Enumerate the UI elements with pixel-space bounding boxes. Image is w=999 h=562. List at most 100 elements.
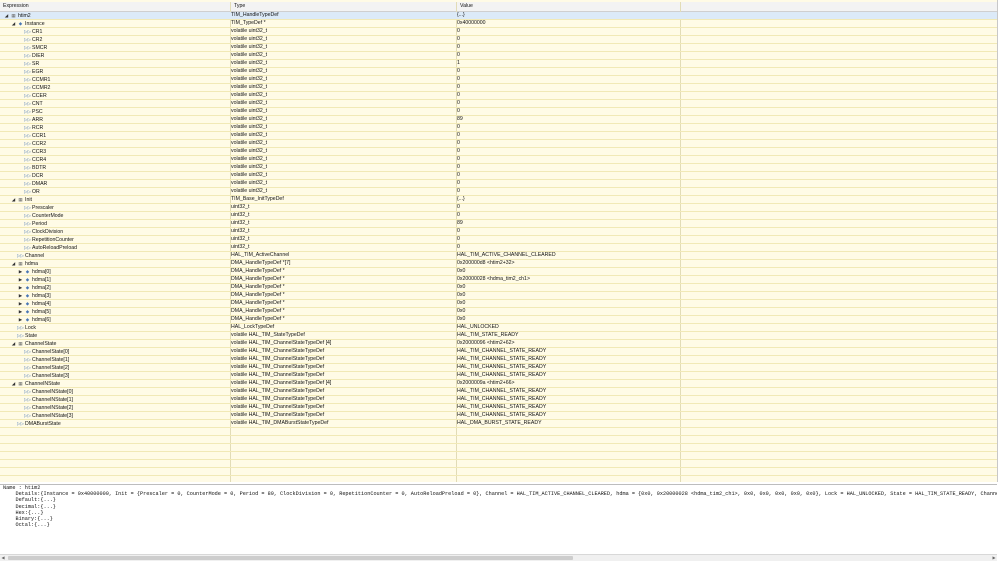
expression-cell[interactable]: ▷▷CCR1 (0, 132, 247, 139)
expression-cell[interactable]: ◢ ▦ Init (0, 196, 240, 203)
expression-cell[interactable]: ▷▷RepetitionCounter (0, 236, 247, 243)
tree-row[interactable]: ▷▷CCR3 volatile uint32_t 0 (0, 148, 997, 156)
value-cell[interactable]: 0 (457, 84, 679, 91)
tree-row[interactable]: ▷▷Prescaler uint32_t 0 (0, 204, 997, 212)
tree-row[interactable]: ◢ ▦ hdma DMA_HandleTypeDef *[7] 0x200000d8 <… (0, 260, 997, 268)
tree-row[interactable]: ◢ ▦ Init TIM_Base_InitTypeDef {...} (0, 196, 997, 204)
expression-cell[interactable]: ◢ ▦ htim2 (0, 12, 233, 19)
value-cell[interactable]: HAL_TIM_CHANNEL_STATE_READY (457, 372, 679, 379)
expression-cell[interactable]: ▷▷RCR (0, 124, 247, 131)
tree-row[interactable]: ▷▷CR1 volatile uint32_t 0 (0, 28, 997, 36)
expression-cell[interactable]: ◢ ◆ Instance (0, 20, 240, 27)
value-cell[interactable]: HAL_TIM_CHANNEL_STATE_READY (457, 388, 679, 395)
expression-cell[interactable]: ▷▷ChannelNState[1] (0, 396, 247, 403)
expression-cell[interactable]: ▷▷AutoReloadPreload (0, 244, 247, 251)
tree-row[interactable]: ▷▷ChannelState[1] volatile HAL_TIM_Channe… (0, 356, 997, 364)
expression-cell[interactable]: ◢ ▦ ChannelNState (0, 380, 240, 387)
tree-row[interactable]: ▷▷Lock HAL_LockTypeDef HAL_UNLOCKED (0, 324, 997, 332)
value-cell[interactable]: 0 (457, 204, 679, 211)
expression-cell[interactable]: ▶ ◆ hdma[1] (0, 276, 247, 283)
tree-row[interactable]: ▶ ◆ hdma[2] DMA_HandleTypeDef * 0x0 (0, 284, 997, 292)
tree-row[interactable]: ▷▷Channel HAL_TIM_ActiveChannel HAL_TIM_AC… (0, 252, 997, 260)
value-cell[interactable]: 89 (457, 220, 679, 227)
value-cell[interactable]: 0 (457, 100, 679, 107)
value-cell[interactable]: 0 (457, 28, 679, 35)
tree-row[interactable]: ▶ ◆ hdma[6] DMA_HandleTypeDef * 0x0 (0, 316, 997, 324)
expression-cell[interactable]: ▶ ◆ hdma[2] (0, 284, 247, 291)
details-pane[interactable]: Name : htim2 Details:{Instance = 0x40000… (0, 484, 997, 555)
tree-row[interactable]: ▷▷PSC volatile uint32_t 0 (0, 108, 997, 116)
expression-cell[interactable]: ▷▷Period (0, 220, 247, 227)
value-cell[interactable]: 0x0 (457, 308, 679, 315)
tree-row[interactable]: ◢ ◆ Instance TIM_TypeDef * 0x40000000 (0, 20, 997, 28)
value-cell[interactable]: 0 (457, 212, 679, 219)
tree-row[interactable]: ▷▷ChannelNState[2] volatile HAL_TIM_Chann… (0, 404, 997, 412)
tree-row[interactable]: ▷▷CR2 volatile uint32_t 0 (0, 36, 997, 44)
scroll-right-icon[interactable]: ▶ (991, 555, 997, 561)
expression-cell[interactable]: ▷▷ChannelState[1] (0, 356, 247, 363)
value-cell[interactable]: HAL_TIM_CHANNEL_STATE_READY (457, 412, 679, 419)
expression-cell[interactable]: ▷▷CCR2 (0, 140, 247, 147)
value-cell[interactable]: HAL_TIM_STATE_READY (457, 332, 679, 339)
scroll-left-icon[interactable]: ◀ (0, 555, 6, 561)
column-type[interactable]: Type (231, 2, 457, 11)
tree-row[interactable]: ◢ ▦ htim2 TIM_HandleTypeDef {...} (0, 12, 997, 20)
tree-row[interactable]: ▷▷EGR volatile uint32_t 0 (0, 68, 997, 76)
tree-row[interactable]: ▷▷State volatile HAL_TIM_StateTypeDef HAL_… (0, 332, 997, 340)
expression-cell[interactable]: ▶ ◆ hdma[3] (0, 292, 247, 299)
tree-row[interactable]: ▷▷ChannelNState[0] volatile HAL_TIM_Chann… (0, 388, 997, 396)
value-cell[interactable]: 0x2000009a <htim2+66> (457, 380, 679, 387)
expression-cell[interactable]: ▷▷ChannelState[3] (0, 372, 247, 379)
value-cell[interactable]: {...} (457, 12, 679, 19)
expression-cell[interactable]: ▷▷EGR (0, 68, 247, 75)
tree-row[interactable]: ▷▷CNT volatile uint32_t 0 (0, 100, 997, 108)
expression-cell[interactable]: ▷▷OR (0, 188, 247, 195)
expression-cell[interactable]: ▷▷SMCR (0, 44, 247, 51)
tree-row[interactable]: ▶ ◆ hdma[1] DMA_HandleTypeDef * 0x20000028 <… (0, 276, 997, 284)
expression-cell[interactable]: ▶ ◆ hdma[6] (0, 316, 247, 323)
tree-row[interactable]: ▷▷ChannelNState[1] volatile HAL_TIM_Chann… (0, 396, 997, 404)
value-cell[interactable]: 0 (457, 172, 679, 179)
expression-cell[interactable]: ▷▷Prescaler (0, 204, 247, 211)
value-cell[interactable]: HAL_TIM_ACTIVE_CHANNEL_CLEARED (457, 252, 679, 259)
value-cell[interactable]: 0 (457, 36, 679, 43)
tree-row[interactable]: ▷▷CCR1 volatile uint32_t 0 (0, 132, 997, 140)
expression-cell[interactable]: ▶ ◆ hdma[4] (0, 300, 247, 307)
value-cell[interactable]: 0 (457, 244, 679, 251)
value-cell[interactable]: 0x40000000 (457, 20, 679, 27)
expression-cell[interactable]: ▶ ◆ hdma[5] (0, 308, 247, 315)
tree-row[interactable]: ▷▷OR volatile uint32_t 0 (0, 188, 997, 196)
value-cell[interactable]: 0 (457, 156, 679, 163)
tree-row[interactable]: ▷▷ARR volatile uint32_t 89 (0, 116, 997, 124)
expression-cell[interactable]: ▷▷Channel (0, 252, 240, 259)
value-cell[interactable]: 0 (457, 180, 679, 187)
tree-row[interactable]: ▷▷BDTR volatile uint32_t 0 (0, 164, 997, 172)
tree-row[interactable]: ▷▷ClockDivision uint32_t 0 (0, 228, 997, 236)
tree-row[interactable]: ▷▷DIER volatile uint32_t 0 (0, 52, 997, 60)
expression-cell[interactable]: ▷▷ARR (0, 116, 247, 123)
value-cell[interactable]: 0x200000d8 <htim2+32> (457, 260, 679, 267)
tree-row[interactable]: ◢ ▦ ChannelNState volatile HAL_TIM_ChannelS… (0, 380, 997, 388)
value-cell[interactable]: {...} (457, 196, 679, 203)
tree-row[interactable]: ▷▷CCR2 volatile uint32_t 0 (0, 140, 997, 148)
expression-cell[interactable]: ▷▷CCR3 (0, 148, 247, 155)
value-cell[interactable]: 0 (457, 108, 679, 115)
expression-cell[interactable]: ▷▷CNT (0, 100, 247, 107)
value-cell[interactable]: 0 (457, 228, 679, 235)
tree-row[interactable]: ▷▷ChannelState[3] volatile HAL_TIM_Channe… (0, 372, 997, 380)
value-cell[interactable]: 0 (457, 92, 679, 99)
value-cell[interactable]: HAL_TIM_CHANNEL_STATE_READY (457, 404, 679, 411)
tree-row[interactable]: ▷▷CCR4 volatile uint32_t 0 (0, 156, 997, 164)
tree-row[interactable]: ▷▷DCR volatile uint32_t 0 (0, 172, 997, 180)
tree-row[interactable]: ▶ ◆ hdma[5] DMA_HandleTypeDef * 0x0 (0, 308, 997, 316)
value-cell[interactable]: 89 (457, 116, 679, 123)
value-cell[interactable]: HAL_TIM_CHANNEL_STATE_READY (457, 396, 679, 403)
tree-row[interactable]: ▷▷ChannelState[0] volatile HAL_TIM_Channe… (0, 348, 997, 356)
expression-cell[interactable]: ◢ ▦ ChannelState (0, 340, 240, 347)
expression-cell[interactable]: ▶ ◆ hdma[0] (0, 268, 247, 275)
value-cell[interactable]: 0 (457, 68, 679, 75)
tree-row[interactable]: ▷▷CCER volatile uint32_t 0 (0, 92, 997, 100)
scrollbar-thumb[interactable] (8, 556, 573, 560)
value-cell[interactable]: 0 (457, 44, 679, 51)
value-cell[interactable]: HAL_TIM_CHANNEL_STATE_READY (457, 356, 679, 363)
